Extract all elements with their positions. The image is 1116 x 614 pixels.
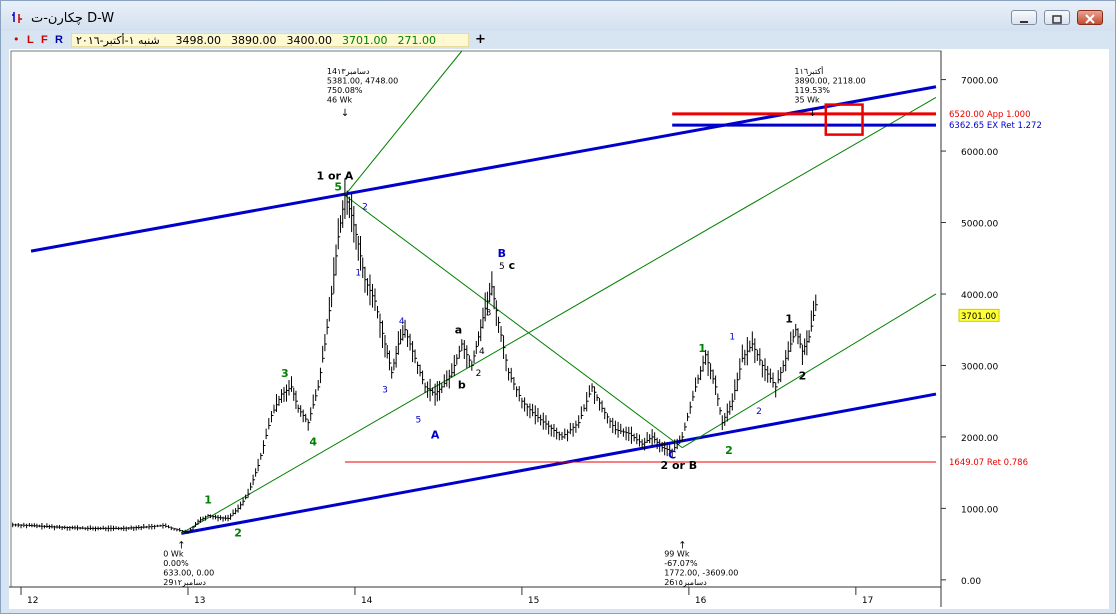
restore-button[interactable] <box>1044 10 1070 25</box>
plot-frame <box>10 50 942 588</box>
info-text: 99 Wk <box>664 550 690 559</box>
x-tick-label: 13 <box>194 596 205 606</box>
info-text: 29دسامبر١٢ <box>163 578 206 587</box>
info-text: -67.07% <box>664 559 698 568</box>
wave-label: 1 <box>729 333 735 343</box>
wave-label: 2 or B <box>661 459 698 472</box>
level-label: 1649.07 Ret 0.786 <box>949 458 1028 468</box>
wave-label: A <box>431 428 440 441</box>
wave-label: b <box>458 378 466 391</box>
wave-label: 2 <box>725 444 733 457</box>
wave-label: 1 <box>785 313 793 326</box>
restore-icon <box>1052 15 1062 24</box>
bar-close: 3701.00 <box>342 34 388 47</box>
level-label: 6362.65 EX Ret 1.272 <box>949 121 1042 131</box>
wave-label: 2 <box>234 526 242 539</box>
last-price-label: 3701.00 <box>961 312 996 322</box>
y-tick-label: 7000.00 <box>961 77 998 87</box>
minimize-icon <box>1020 21 1028 23</box>
chart-toolbar: • L F R شنبه ١-أكتبر-٢٠١٦ 3498.00 3890.0… <box>9 33 1107 47</box>
y-tick-label: 4000.00 <box>961 291 998 301</box>
wave-label: 3 <box>281 367 289 380</box>
info-text: 119.53% <box>794 86 830 95</box>
wave-label: c <box>509 259 516 272</box>
info-text: 46 Wk <box>327 95 353 104</box>
wave-label: 2 <box>362 203 368 213</box>
info-text: 3890.00, 2118.00 <box>794 76 865 85</box>
wave-label: a <box>455 323 462 336</box>
info-text: 5381.00, 4748.00 <box>327 76 398 85</box>
wave-label: 3 <box>382 386 388 396</box>
toolbar-button-f[interactable]: F <box>41 33 48 47</box>
info-text: 1772.00, -3609.00 <box>664 569 738 578</box>
x-tick-label: 14 <box>361 596 373 606</box>
active-dot-icon: • <box>13 33 20 46</box>
x-tick-label: 17 <box>862 596 873 606</box>
crosshair-icon[interactable]: + <box>475 33 486 47</box>
y-tick-label: 3000.00 <box>961 362 998 372</box>
x-tick-label: 16 <box>695 596 707 606</box>
bar-open: 3498.00 <box>175 34 222 47</box>
wave-label: B <box>498 247 506 260</box>
wave-label: 1 or A <box>317 170 354 183</box>
chart-area[interactable]: 0.00 1000.00 2000.00 3000.00 4000.00 5000.00 6… <box>9 49 1109 609</box>
wave-label: 3 <box>486 308 492 318</box>
bar-change: 271.00 <box>397 34 437 47</box>
close-icon <box>1085 14 1095 24</box>
arrow-down-icon: ↓ <box>808 108 816 119</box>
wave-label: 4 <box>399 317 405 327</box>
y-tick-label: 2000.00 <box>961 434 998 444</box>
info-text: 633.00, 0.00 <box>163 569 214 578</box>
wave-label: 4 <box>309 435 317 448</box>
info-text: 750.08% <box>327 86 363 95</box>
info-text: 1أكتبر١٦ <box>794 66 823 76</box>
wave-label: 4 <box>479 347 485 357</box>
wave-label: 1 <box>698 342 706 355</box>
bar-high: 3890.00 <box>231 34 277 47</box>
wave-label: 2 <box>476 369 482 379</box>
y-tick-label: 6000.00 <box>961 148 998 158</box>
arrow-down-icon: ↓ <box>341 108 349 119</box>
app-icon <box>12 12 22 23</box>
wave-label: 2 <box>756 407 762 417</box>
y-tick-label: 1000.00 <box>961 505 998 515</box>
info-text: 0 Wk <box>163 550 184 559</box>
price-info-bar: شنبه ١-أكتبر-٢٠١٦ 3498.00 3890.00 3400.0… <box>71 33 469 47</box>
close-button[interactable] <box>1077 10 1103 25</box>
bar-date: شنبه ١-أكتبر-٢٠١٦ <box>76 34 160 47</box>
info-text: 26دسامبر١٥ <box>664 578 707 587</box>
wave-label: 5 <box>416 416 422 426</box>
y-tick-label: 5000.00 <box>961 220 998 230</box>
x-tick-label: 12 <box>27 596 38 606</box>
bar-low: 3400.00 <box>286 34 333 47</box>
toolbar-button-l[interactable]: L <box>27 33 34 47</box>
info-text: 14دسامبر١٣ <box>327 67 370 76</box>
y-tick-label: 0.00 <box>961 577 981 587</box>
wave-label: 1 <box>355 268 361 278</box>
x-tick-label: 15 <box>528 596 539 606</box>
level-label: 6520.00 App 1.000 <box>949 110 1031 120</box>
title-bar[interactable]: چکارن-ت D-W <box>1 1 1115 31</box>
wave-label: 5 <box>499 262 505 272</box>
minimize-button[interactable] <box>1011 10 1037 25</box>
info-text: 35 Wk <box>794 95 820 104</box>
chart-window: چکارن-ت D-W • L F R شنبه ١-أكتبر-٢٠١٦ 34… <box>0 0 1116 614</box>
price-chart[interactable]: 0.00 1000.00 2000.00 3000.00 4000.00 5000.00 6… <box>9 49 1109 609</box>
window-title: چکارن-ت D-W <box>31 11 115 26</box>
wave-label: 2 <box>799 370 807 383</box>
toolbar-button-r[interactable]: R <box>55 33 63 47</box>
wave-label: 1 <box>204 493 212 506</box>
info-text: 0.00% <box>163 559 189 568</box>
